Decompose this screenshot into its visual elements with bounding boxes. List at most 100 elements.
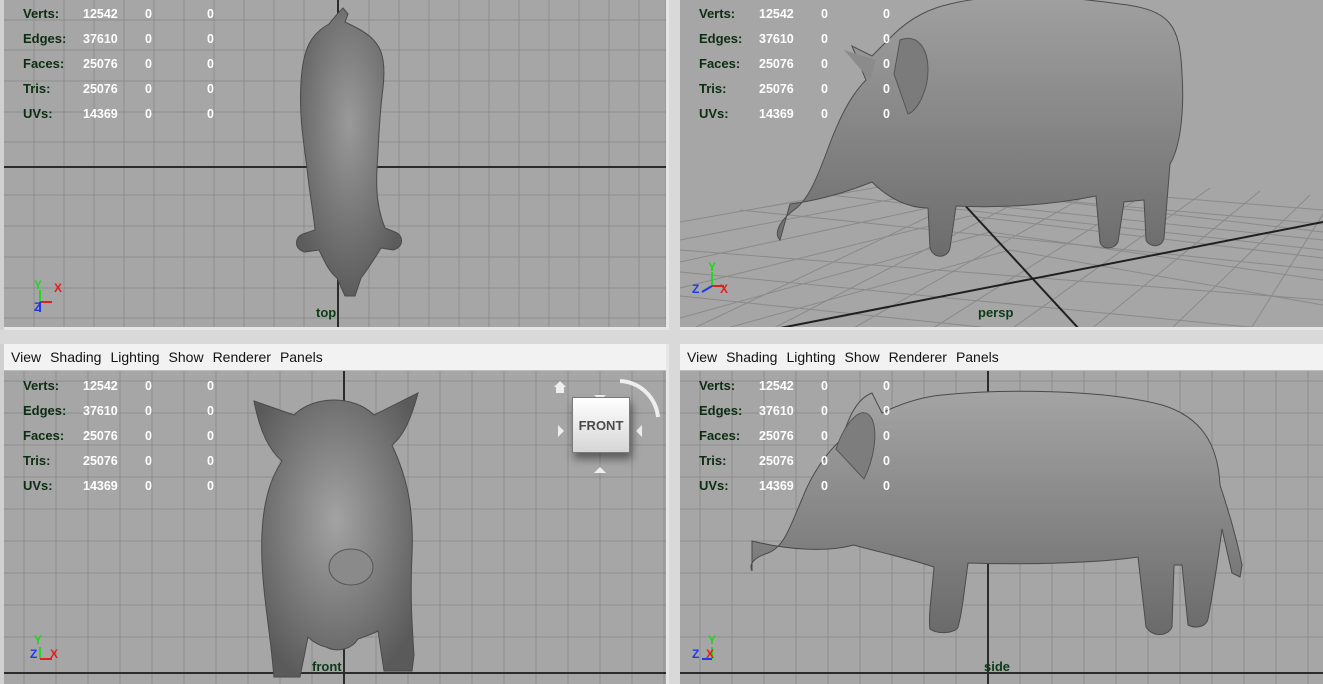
- axis-label-y: Y: [708, 633, 717, 647]
- hud-value: 0: [821, 6, 828, 21]
- hud-label: Tris:: [23, 81, 51, 96]
- menu-view[interactable]: View: [9, 349, 48, 365]
- hud-row-faces: Faces: 25076 0 0: [23, 51, 247, 76]
- axis-label-y: Y: [34, 633, 43, 647]
- hud-label: UVs:: [23, 106, 53, 121]
- hud-value: 0: [207, 56, 214, 71]
- home-icon[interactable]: [554, 381, 566, 393]
- hud-label: Edges:: [23, 31, 67, 46]
- poly-count-hud: Verts: 12542 0 0 Edges: 37610 0 0 Faces: 25076 0…: [699, 373, 923, 498]
- hud-value: 14369: [759, 478, 794, 493]
- viewport-side[interactable]: View Shading Lighting Show Renderer Pane…: [680, 344, 1323, 684]
- hud-value: 0: [883, 6, 890, 21]
- hud-value: 12542: [759, 6, 794, 21]
- hud-value: 25076: [83, 81, 118, 96]
- hud-label: Tris:: [699, 453, 727, 468]
- axis-gizmo: Y Z X: [690, 633, 730, 678]
- hud-row-edges: Edges: 37610 0 0: [23, 26, 247, 51]
- hud-row-faces: Faces: 25076 0 0: [699, 423, 923, 448]
- hud-row-faces: Faces: 25076 0 0: [23, 423, 247, 448]
- camera-label-front: front: [312, 659, 342, 674]
- camera-label-persp: persp: [978, 305, 1014, 320]
- hud-value: 0: [883, 478, 890, 493]
- hud-label: Edges:: [699, 403, 743, 418]
- hud-value: 37610: [83, 31, 118, 46]
- hud-value: 0: [883, 106, 890, 121]
- menu-lighting[interactable]: Lighting: [108, 349, 166, 365]
- hud-label: Verts:: [699, 6, 736, 21]
- hud-label: UVs:: [699, 478, 729, 493]
- hud-value: 0: [145, 428, 152, 443]
- hud-value: 0: [207, 106, 214, 121]
- hud-value: 0: [207, 478, 214, 493]
- viewport-front[interactable]: View Shading Lighting Show Renderer Pane…: [4, 344, 669, 684]
- hud-value: 25076: [759, 56, 794, 71]
- panel-divider-horizontal[interactable]: [0, 330, 1323, 344]
- hud-value: 37610: [759, 403, 794, 418]
- hud-value: 0: [145, 56, 152, 71]
- menu-panels[interactable]: Panels: [954, 349, 1006, 365]
- hud-value: 0: [145, 81, 152, 96]
- poly-count-hud: Verts: 12542 0 0 Edges: 37610 0 0 Faces: 25076 0…: [23, 373, 247, 498]
- hud-row-tris: Tris: 25076 0 0: [699, 448, 923, 473]
- hud-value: 37610: [759, 31, 794, 46]
- poly-count-hud: Verts: 12542 0 0 Edges: 37610 0 0 Faces: 25076 0…: [23, 1, 247, 126]
- hud-row-verts: Verts: 12542 0 0: [23, 373, 247, 398]
- menu-show[interactable]: Show: [843, 349, 887, 365]
- hud-label: Faces:: [699, 428, 741, 443]
- menu-show[interactable]: Show: [167, 349, 211, 365]
- axis-label-x: X: [54, 281, 63, 295]
- menu-panels[interactable]: Panels: [278, 349, 330, 365]
- hud-label: Tris:: [699, 81, 727, 96]
- axis-gizmo: Y X Z: [32, 278, 72, 323]
- menu-view[interactable]: View: [685, 349, 724, 365]
- hud-value: 0: [207, 31, 214, 46]
- hud-value: 25076: [83, 453, 118, 468]
- hud-row-uvs: UVs: 14369 0 0: [23, 473, 247, 498]
- hud-value: 25076: [759, 428, 794, 443]
- hud-label: Tris:: [23, 453, 51, 468]
- hud-value: 0: [207, 6, 214, 21]
- menu-shading[interactable]: Shading: [48, 349, 108, 365]
- hud-label: Verts:: [699, 378, 736, 393]
- hud-row-faces: Faces: 25076 0 0: [699, 51, 923, 76]
- viewport-persp[interactable]: Y X Z persp Verts: 12542 0 0 Edges: 37610 0 0 …: [680, 0, 1323, 330]
- hud-value: 12542: [83, 6, 118, 21]
- poly-count-hud: Verts: 12542 0 0 Edges: 37610 0 0 Faces: 25076 0…: [699, 1, 923, 126]
- hud-value: 12542: [759, 378, 794, 393]
- camera-label-side: side: [984, 659, 1011, 674]
- hud-label: Faces:: [23, 56, 65, 71]
- hud-value: 0: [821, 403, 828, 418]
- hud-label: Verts:: [23, 6, 60, 21]
- axis-label-z: Z: [692, 282, 700, 296]
- hud-label: Faces:: [23, 428, 65, 443]
- hud-value: 0: [145, 6, 152, 21]
- axis-label-x: X: [50, 647, 59, 661]
- viewport-top[interactable]: Y X Z top Verts: 12542 0 0 Edges: 37610 0 0 Fa…: [4, 0, 669, 330]
- hud-value: 14369: [83, 478, 118, 493]
- axis-label-x: X: [706, 647, 715, 661]
- hud-value: 0: [883, 31, 890, 46]
- menu-lighting[interactable]: Lighting: [784, 349, 842, 365]
- menu-renderer[interactable]: Renderer: [211, 349, 278, 365]
- hud-label: UVs:: [699, 106, 729, 121]
- view-cube-front-face[interactable]: FRONT: [572, 397, 630, 453]
- hud-value: 0: [821, 106, 828, 121]
- hud-value: 0: [207, 403, 214, 418]
- hud-value: 0: [821, 81, 828, 96]
- hud-label: Edges:: [699, 31, 743, 46]
- axis-label-z: Z: [692, 647, 700, 661]
- hud-value: 0: [145, 478, 152, 493]
- hud-row-edges: Edges: 37610 0 0: [699, 398, 923, 423]
- panel-menu-bar: View Shading Lighting Show Renderer Pane…: [680, 344, 1323, 371]
- hud-value: 0: [145, 106, 152, 121]
- hud-row-tris: Tris: 25076 0 0: [23, 448, 247, 473]
- hud-value: 0: [145, 31, 152, 46]
- axis-gizmo: Y X Z: [690, 260, 730, 303]
- hud-row-verts: Verts: 12542 0 0: [699, 1, 923, 26]
- menu-renderer[interactable]: Renderer: [887, 349, 954, 365]
- menu-shading[interactable]: Shading: [724, 349, 784, 365]
- hud-label: Faces:: [699, 56, 741, 71]
- hud-value: 0: [821, 453, 828, 468]
- hud-row-edges: Edges: 37610 0 0: [23, 398, 247, 423]
